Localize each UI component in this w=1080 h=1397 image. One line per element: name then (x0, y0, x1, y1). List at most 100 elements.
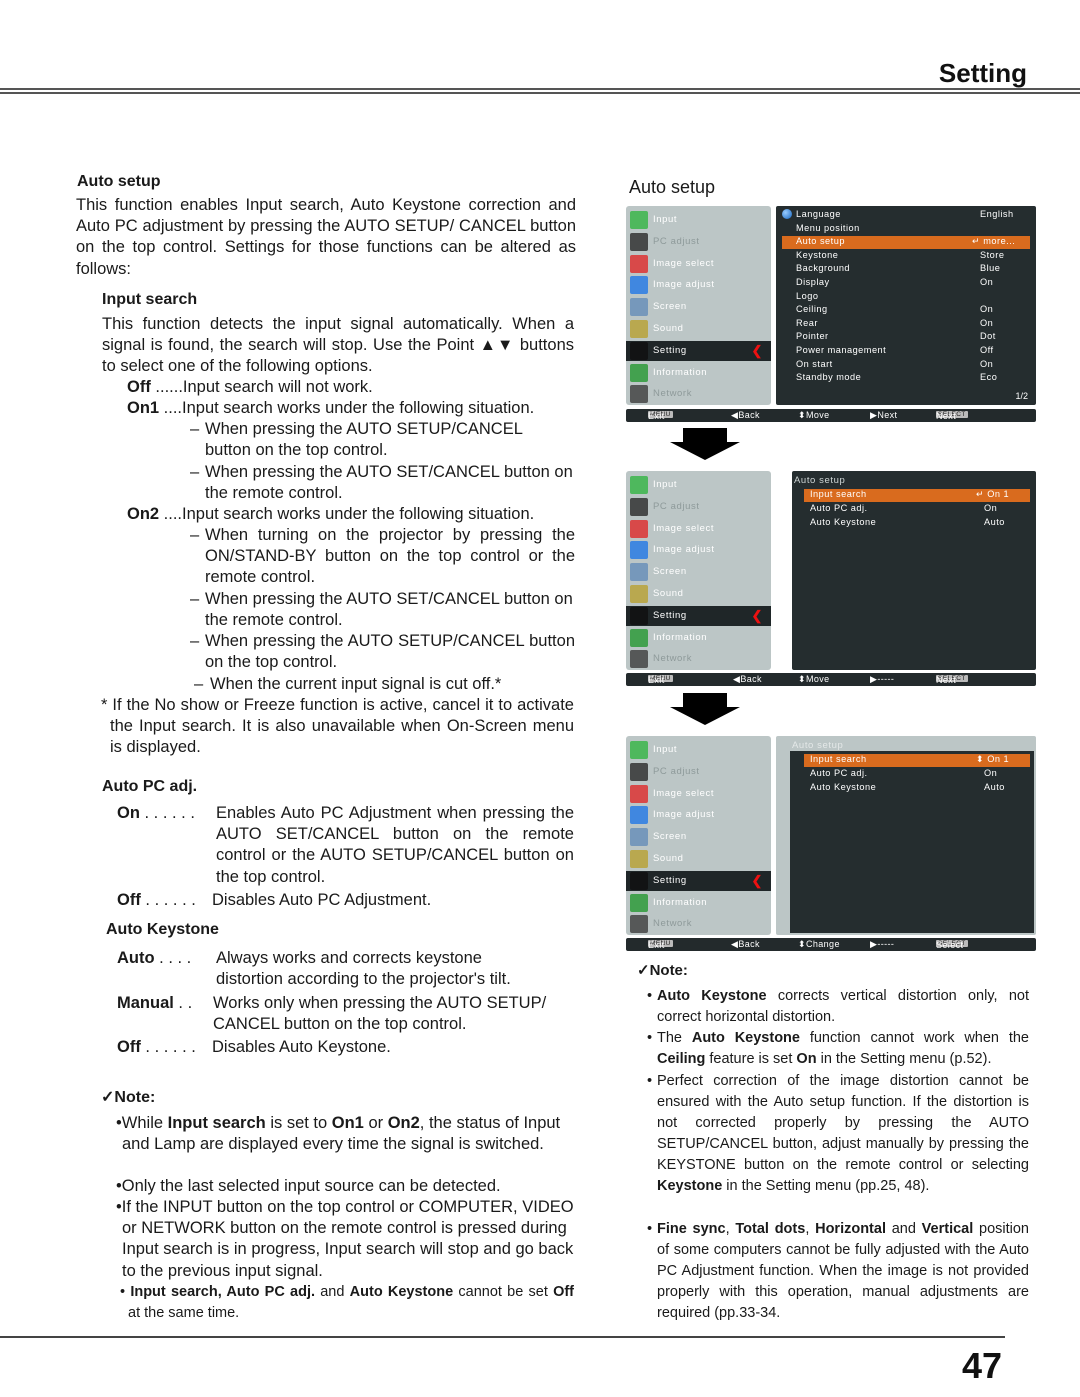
osd-sidebar-item-information[interactable]: Information (626, 628, 771, 648)
osd-item-value: Auto (984, 782, 1005, 792)
osd-sidebar-item-screen[interactable]: Screen (626, 562, 771, 582)
note-bullet: • Fine sync, Total dots, Horizontal and V… (647, 1221, 1029, 1321)
input-search-footnote: * If the No show or Freeze function is a… (101, 696, 574, 757)
dash: – (190, 463, 200, 481)
osd-sidebar-item-input[interactable]: Input (626, 210, 771, 230)
on2-item-text: When turning on the projector by pressin… (205, 526, 575, 587)
chevron-left-icon: ❮ (751, 607, 763, 623)
osd-sidebar-item-setting[interactable]: Setting ❮ (626, 340, 771, 361)
osd-menu-item[interactable]: Display On (782, 277, 1030, 290)
osd-sidebar-item-pc-adjust[interactable]: PC adjust (626, 497, 771, 517)
osd-item-value: On (980, 358, 994, 369)
osd-menu-item[interactable]: Menu position (782, 223, 1030, 236)
sound-icon (630, 320, 648, 338)
osd-menu-item[interactable]: Logo (782, 291, 1030, 304)
bar-exit: Exit (648, 940, 665, 950)
osd-item-label: Standby mode (796, 372, 862, 383)
osd-sidebar-item-sound[interactable]: Sound (626, 584, 771, 604)
osd-sidebar-label: PC adjust (653, 500, 700, 512)
footer-rule (0, 1336, 1005, 1338)
on2-item-text: When the current input signal is cut off… (210, 675, 502, 693)
osd-sidebar-item-sound[interactable]: Sound (626, 849, 771, 869)
osd-sidebar-item-input[interactable]: Input (626, 475, 771, 495)
auto-pc-adj-heading: Auto PC adj. (102, 778, 198, 795)
bar-move: ⬍Move (798, 410, 830, 420)
osd-menu-item[interactable]: Keystone Store (782, 250, 1030, 263)
note-heading: ✓Note: (637, 962, 688, 979)
input-icon (630, 211, 648, 229)
pc-adjust-icon (630, 232, 648, 251)
note-bullet: •Only the last selected input source can… (116, 1177, 501, 1195)
osd-item-value: Auto (984, 517, 1005, 527)
option-desc: Always works and corrects keystone disto… (216, 949, 511, 989)
osd-item-label: Menu position (796, 222, 860, 233)
osd-menu-item[interactable]: Auto setup ↵ more... (782, 236, 1030, 250)
osd-item-value: ↵ On 1 (976, 489, 1010, 499)
osd-menu-item[interactable]: Pointer Dot (782, 331, 1030, 344)
osd-menu-item[interactable]: Auto Keystone Auto (804, 517, 1030, 530)
note-bullet: • The Auto Keystone function cannot work … (647, 1030, 1029, 1067)
osd-menu-item[interactable]: Auto PC adj. On (804, 503, 1030, 516)
bar-select: Next (936, 675, 957, 685)
osd-sidebar-label: Image select (653, 522, 715, 534)
leader-dots: . . . . . . (140, 1038, 196, 1056)
osd-menu-item[interactable]: Language English (782, 209, 1030, 222)
osd-sidebar-label: Screen (653, 831, 687, 843)
osd-sidebar-item-image-select[interactable]: Image select (626, 519, 771, 539)
osd-sidebar-item-pc-adjust[interactable]: PC adjust (626, 232, 771, 252)
osd-menu-item[interactable]: Auto PC adj. On (804, 768, 1030, 781)
osd-item-label: On start (796, 358, 833, 369)
on2-item: – When the current input signal is cut o… (190, 674, 575, 695)
osd-sidebar-item-network[interactable]: Network (626, 914, 771, 934)
osd-sidebar-item-input[interactable]: Input (626, 740, 771, 760)
osd-sidebar-item-network[interactable]: Network (626, 649, 771, 669)
osd-sidebar-item-network[interactable]: Network (626, 384, 771, 404)
osd-menu-item[interactable]: On start On (782, 359, 1030, 372)
osd-menu-item[interactable]: Ceiling On (782, 304, 1030, 317)
dash: – (190, 526, 200, 544)
setting-icon (630, 341, 648, 360)
osd-item-value: On (984, 503, 998, 513)
osd-sidebar-label: Image adjust (653, 809, 715, 821)
osd-sidebar-item-pc-adjust[interactable]: PC adjust (626, 762, 771, 782)
osd-menu-item[interactable]: Input search ↵ On 1 (804, 489, 1030, 502)
osd-sidebar-label: PC adjust (653, 235, 700, 247)
osd-sidebar-item-screen[interactable]: Screen (626, 297, 771, 317)
osd-sidebar-label: Screen (653, 301, 687, 313)
osd-sidebar-item-image-adjust[interactable]: Image adjust (626, 275, 771, 295)
osd-sidebar-item-setting[interactable]: Setting ❮ (626, 605, 771, 626)
osd-item-value: On (980, 317, 994, 328)
osd-sidebar-item-information[interactable]: Information (626, 363, 771, 383)
osd-sidebar-item-image-adjust[interactable]: Image adjust (626, 805, 771, 825)
osd-menu-item[interactable]: Auto Keystone Auto (804, 782, 1030, 795)
osd-sidebar-label: Image adjust (653, 544, 715, 556)
osd-sidebar-item-image-adjust[interactable]: Image adjust (626, 540, 771, 560)
osd-menu-item[interactable]: Standby mode Eco (782, 372, 1030, 385)
down-arrow-icon (670, 693, 740, 725)
osd-sidebar-item-setting[interactable]: Setting ❮ (626, 870, 771, 891)
osd-menu-item[interactable]: Input search ⬍ On 1 (804, 754, 1030, 767)
osd-sidebar-label: Sound (653, 588, 684, 599)
osd-item-value: On (980, 277, 994, 287)
option-desc: Enables Auto PC Adjustment when pressing… (216, 804, 574, 886)
osd-sidebar-item-image-select[interactable]: Image select (626, 784, 771, 804)
osd-menu-item[interactable]: Rear On (782, 318, 1030, 331)
option-desc: Works only when pressing the AUTO SETUP/… (213, 994, 547, 1034)
osd-item-label: Keystone (796, 249, 839, 260)
on1-item: – When pressing the AUTO SET/CANCEL butt… (190, 462, 575, 504)
osd-sidebar-item-sound[interactable]: Sound (626, 319, 771, 339)
leader-dots: . . . . . . (140, 891, 196, 909)
osd-sidebar: Input PC adjust Image select Image adjust Sc… (626, 736, 771, 935)
osd-sidebar-item-information[interactable]: Information (626, 893, 771, 913)
osd-menu-item[interactable]: Background Blue (782, 263, 1030, 276)
option-on1: On1 ....Input search works under the fol… (127, 398, 534, 419)
osd-sidebar-label: Image select (653, 257, 715, 269)
input-search-intro: This function detects the input signal a… (102, 315, 574, 376)
osd-sidebar-item-screen[interactable]: Screen (626, 827, 771, 847)
osd-sidebar-item-image-select[interactable]: Image select (626, 254, 771, 274)
osd-item-label: Ceiling (796, 304, 828, 315)
osd-menu-item[interactable]: Power management Off (782, 345, 1030, 358)
osd-sidebar-label: Input (653, 479, 678, 490)
osd-item-label: Input search (810, 754, 867, 764)
osd-item-value: On (984, 768, 998, 778)
